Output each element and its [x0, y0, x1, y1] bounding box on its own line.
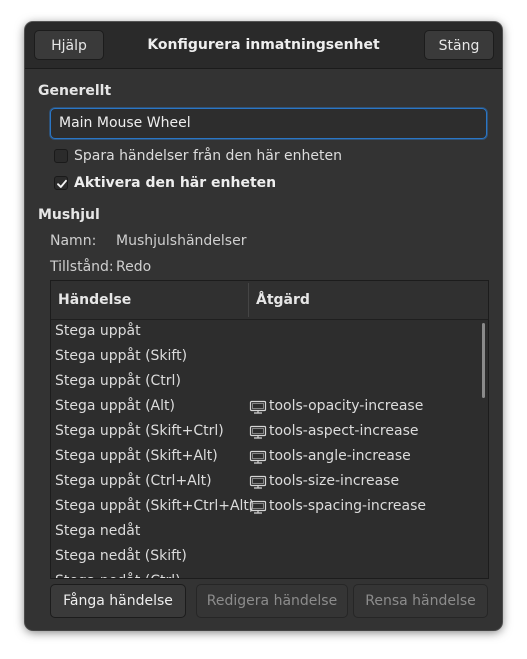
table-header: Händelse Åtgärd: [51, 281, 488, 320]
clear-event-button[interactable]: Rensa händelse: [353, 584, 488, 618]
event-cell: Stega uppåt (Skift+Ctrl+Alt): [55, 498, 255, 514]
save-events-label: Spara händelser från den här enheten: [74, 148, 342, 164]
header-bar: Hjälp Konfigurera inmatningsenhet Stäng: [25, 22, 502, 69]
action-cell: tools-opacity-increase: [249, 394, 423, 419]
general-section-title: Generellt: [38, 83, 112, 99]
table-row[interactable]: Stega uppåt (Alt) tools-opacity-increase: [51, 394, 488, 419]
action-cell: tools-aspect-increase: [249, 419, 418, 444]
table-row[interactable]: Stega uppåt (Ctrl): [51, 369, 488, 394]
action-label: tools-angle-increase: [269, 448, 411, 464]
table-row[interactable]: Stega uppåt: [51, 319, 488, 344]
event-cell: Stega uppåt (Skift): [55, 348, 188, 364]
action-label: tools-aspect-increase: [269, 423, 419, 439]
table-row[interactable]: Stega uppåt (Skift): [51, 344, 488, 369]
event-cell: Stega uppåt (Skift+Ctrl): [55, 423, 224, 439]
table-row[interactable]: Stega nedåt (Skift): [51, 544, 488, 569]
checkmark-icon: [57, 179, 67, 188]
column-header-action[interactable]: Åtgärd: [249, 281, 488, 319]
mouse-wheel-section-title: Mushjul: [38, 207, 100, 223]
table-row[interactable]: Stega uppåt (Skift+Alt) tools-angle-incre…: [51, 444, 488, 469]
close-button[interactable]: Stäng: [424, 30, 494, 60]
edit-event-button[interactable]: Redigera händelse: [196, 584, 348, 618]
monitor-tool-icon: [249, 475, 267, 489]
action-cell: tools-size-increase: [249, 469, 399, 494]
event-cell: Stega uppåt (Ctrl): [55, 373, 181, 389]
event-cell: Stega nedåt (Skift): [55, 548, 187, 564]
name-label: Namn:: [50, 233, 97, 249]
table-rows: Stega uppåt Stega uppåt (Skift) Stega uppå…: [51, 319, 488, 578]
table-row[interactable]: Stega nedåt (Ctrl): [51, 569, 488, 578]
device-name-input[interactable]: Main Mouse Wheel: [50, 108, 487, 139]
save-events-checkbox[interactable]: [54, 149, 68, 163]
monitor-tool-icon: [249, 425, 267, 439]
event-cell: Stega nedåt (Ctrl): [55, 569, 181, 578]
event-cell: Stega uppåt: [55, 323, 141, 339]
enable-device-label: Aktivera den här enheten: [74, 175, 277, 191]
state-value: Redo: [116, 259, 152, 275]
event-action-table: Händelse Åtgärd Stega uppåt Stega uppåt (…: [50, 280, 489, 579]
name-value: Mushjulshändelser: [116, 233, 247, 249]
table-row[interactable]: Stega nedåt: [51, 519, 488, 544]
action-cell: tools-angle-increase: [249, 444, 411, 469]
save-events-checkbox-row[interactable]: Spara händelser från den här enheten: [54, 146, 342, 166]
monitor-tool-icon: [249, 500, 267, 514]
event-cell: Stega nedåt: [55, 523, 141, 539]
event-cell: Stega uppåt (Skift+Alt): [55, 448, 218, 464]
table-row[interactable]: Stega uppåt (Skift+Ctrl+Alt) tools-spacin…: [51, 494, 488, 519]
action-cell: tools-spacing-increase: [249, 494, 426, 519]
event-cell: Stega uppåt (Ctrl+Alt): [55, 473, 212, 489]
event-cell: Stega uppåt (Alt): [55, 398, 175, 414]
table-row[interactable]: Stega uppåt (Skift+Ctrl) tools-aspect-inc…: [51, 419, 488, 444]
grab-event-button[interactable]: Fånga händelse: [50, 584, 186, 618]
column-header-event[interactable]: Händelse: [51, 281, 248, 319]
table-scrollbar[interactable]: [482, 323, 485, 398]
monitor-tool-icon: [249, 450, 267, 464]
monitor-tool-icon: [249, 400, 267, 414]
help-button[interactable]: Hjälp: [34, 30, 104, 60]
enable-device-checkbox-row[interactable]: Aktivera den här enheten: [54, 173, 276, 193]
action-label: tools-size-increase: [269, 473, 400, 489]
configure-input-device-dialog: Hjälp Konfigurera inmatningsenhet Stäng …: [25, 22, 502, 630]
state-label: Tillstånd:: [50, 259, 114, 275]
table-row[interactable]: Stega uppåt (Ctrl+Alt) tools-size-increas…: [51, 469, 488, 494]
enable-device-checkbox[interactable]: [54, 176, 68, 190]
action-label: tools-opacity-increase: [269, 398, 424, 414]
action-label: tools-spacing-increase: [269, 498, 427, 514]
